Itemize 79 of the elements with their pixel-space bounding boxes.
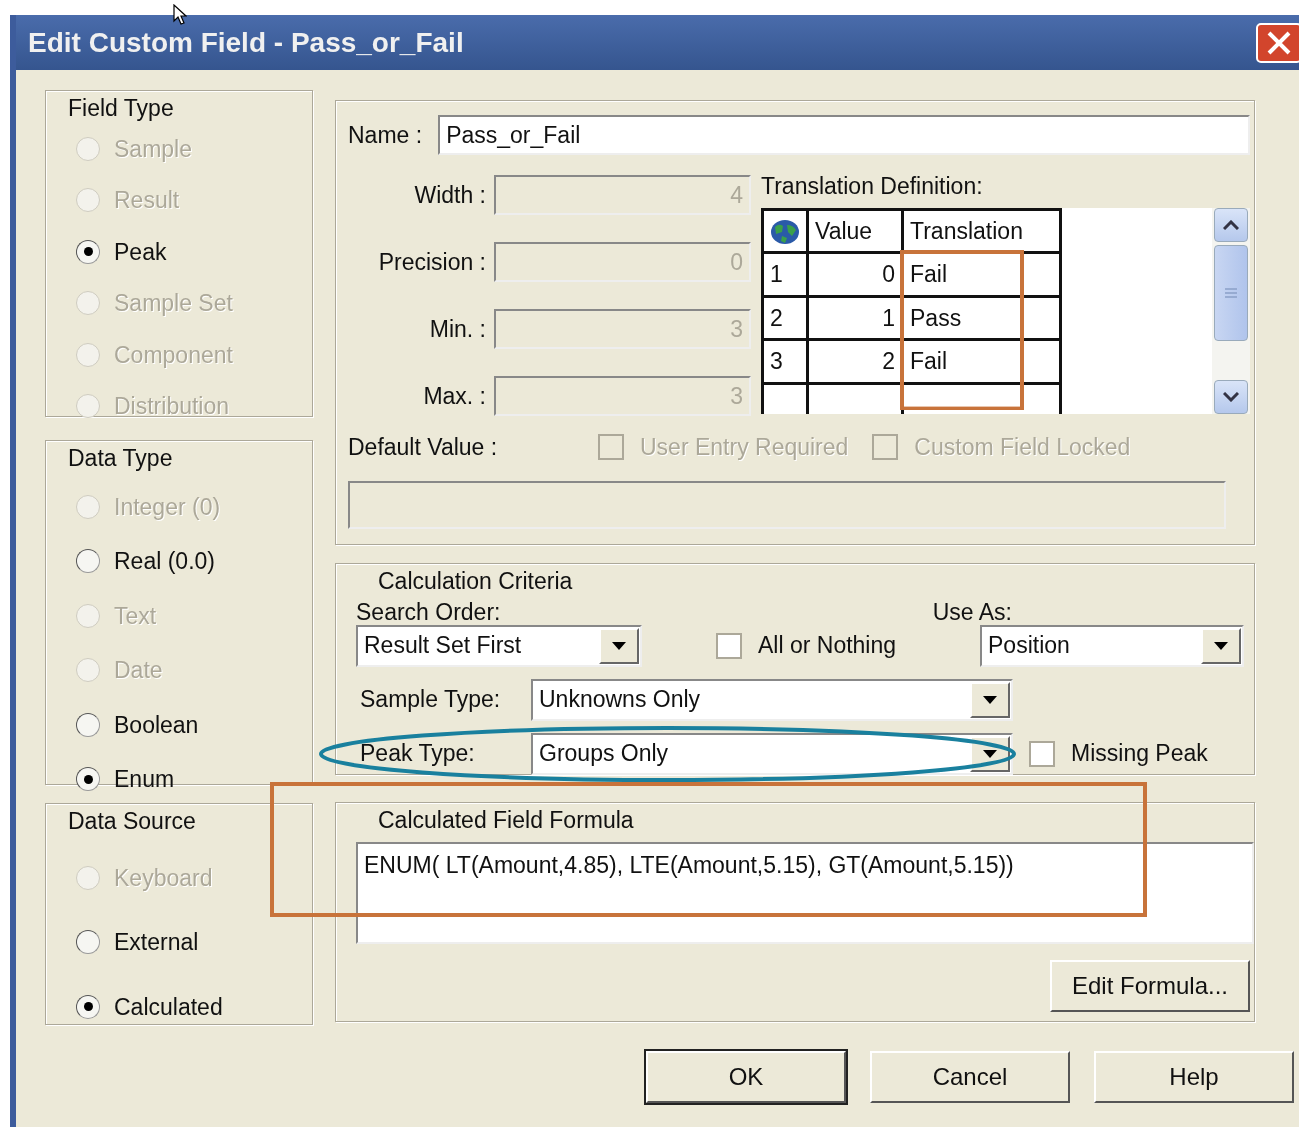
field-label: Min. : [429, 314, 486, 344]
radio-button[interactable] [76, 712, 100, 737]
radio-button[interactable] [76, 930, 100, 955]
radio-label: Peak [114, 237, 167, 267]
number-field: 3 [494, 376, 751, 416]
radio-label: Integer (0) [114, 492, 221, 522]
cursor-icon [173, 4, 187, 25]
caret-icon [1214, 641, 1228, 650]
close-button[interactable] [1256, 22, 1299, 63]
radio-button[interactable] [76, 767, 100, 792]
radio-label: Component [114, 340, 233, 370]
radio-button[interactable] [76, 994, 100, 1019]
row-number: 3 [762, 339, 808, 384]
checkbox-label: Custom Field Locked [914, 433, 1131, 462]
globe-icon [770, 219, 800, 246]
radio-label: Calculated [114, 992, 223, 1022]
table-cell: Pass [902, 296, 1061, 340]
chevron-up-icon [1223, 219, 1239, 230]
field-label: Name : [348, 120, 423, 150]
checkbox[interactable] [716, 632, 742, 659]
dropdown-button[interactable] [1201, 627, 1241, 664]
checkbox-label: All or Nothing [758, 631, 897, 661]
dropdown[interactable]: Unknowns Only [531, 678, 1013, 721]
name-field[interactable]: Pass_or_Fail [438, 115, 1250, 155]
checkbox-label: User Entry Required [640, 433, 849, 462]
scroll-down-button[interactable] [1214, 379, 1248, 414]
field-label: Default Value : [348, 433, 499, 462]
table-cell: Fail [902, 252, 1061, 297]
dialog-button[interactable]: Cancel [870, 1051, 1070, 1103]
dialog-button[interactable]: OK [646, 1051, 846, 1103]
radio-label: Sample Set [114, 289, 233, 318]
radio-label: Distribution [114, 392, 230, 421]
caret-icon [612, 641, 626, 650]
radio-label: Text [114, 601, 157, 631]
radio-label: Real (0.0) [114, 547, 215, 576]
number-field: 3 [494, 309, 751, 349]
radio-label: Sample [114, 134, 192, 164]
dropdown[interactable]: Groups Only [531, 732, 1013, 775]
field-label: Search Order: [356, 598, 501, 625]
grip-icon [1225, 287, 1237, 298]
chevron-down-icon [1223, 391, 1239, 402]
table-title: Translation Definition: [761, 172, 984, 201]
row-number: 1 [762, 252, 808, 297]
radio-label: Keyboard [114, 863, 213, 893]
column-header: Value [807, 209, 903, 253]
dropdown-button[interactable] [970, 681, 1010, 718]
radio-label: Date [114, 656, 163, 685]
scrollbar[interactable] [1212, 207, 1250, 414]
scroll-up-button[interactable] [1214, 207, 1248, 242]
dropdown[interactable]: Position [980, 624, 1244, 667]
radio-button[interactable] [76, 239, 100, 264]
close-icon [1266, 29, 1292, 56]
radio-button[interactable] [76, 549, 100, 574]
table-cell: Fail [902, 339, 1061, 384]
number-field: 0 [494, 242, 751, 282]
window-title: Edit Custom Field - Pass_or_Fail [28, 25, 464, 60]
formula-field[interactable]: ENUM( LT(Amount,4.85), LTE(Amount,5.15), GT(Amount,5.15)) [356, 841, 1254, 944]
caret-icon [983, 749, 997, 758]
dropdown[interactable]: Result Set First [356, 624, 642, 667]
edit-formula-button[interactable]: Edit Formula... [1050, 959, 1250, 1012]
field-label: Peak Type: [359, 739, 476, 769]
number-field: 4 [494, 175, 751, 215]
column-header: Translation [902, 209, 1061, 253]
dropdown-button[interactable] [599, 627, 639, 664]
checkbox[interactable] [1029, 740, 1055, 767]
dialog-button[interactable]: Help [1094, 1051, 1294, 1103]
radio-label: External [114, 928, 199, 957]
field-label: Use As: [932, 598, 1012, 625]
scroll-thumb[interactable] [1214, 244, 1248, 341]
field-label: Sample Type: [359, 685, 502, 715]
radio-label: Boolean [114, 710, 199, 740]
caret-icon [983, 695, 997, 704]
radio-label: Result [114, 186, 180, 215]
field-label: Precision : [378, 247, 486, 277]
checkbox-label: Missing Peak [1071, 739, 1208, 769]
radio-label: Enum [114, 765, 175, 794]
field-label: Max. : [423, 381, 486, 411]
field-label: Width : [414, 180, 486, 210]
row-number: 2 [762, 296, 808, 340]
